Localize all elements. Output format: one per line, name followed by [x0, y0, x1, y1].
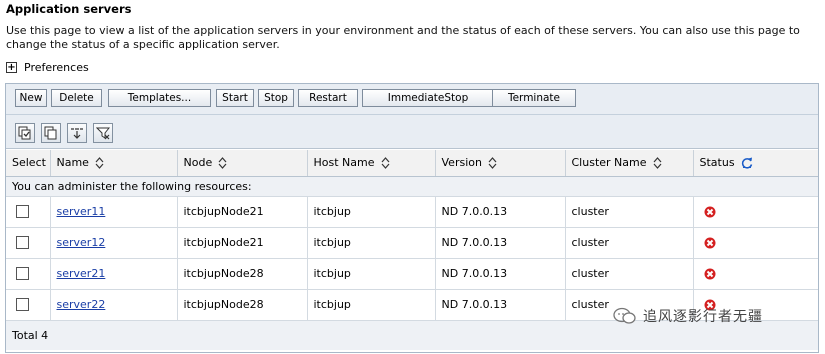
row-checkbox[interactable]	[16, 267, 29, 281]
host-cell: itcbjup	[307, 289, 436, 321]
start-button[interactable]: Start	[216, 89, 254, 107]
page-title: Application servers	[6, 2, 132, 16]
cluster-cell: cluster	[565, 258, 694, 290]
node-cell: itcbjupNode21	[177, 196, 308, 228]
terminate-button[interactable]: Terminate	[492, 89, 576, 107]
server-link[interactable]: server22	[57, 298, 106, 311]
sort-icon[interactable]	[218, 157, 227, 170]
row-checkbox-cell	[6, 289, 51, 321]
deselect-all-icon	[44, 126, 57, 140]
version-cell: ND 7.0.0.13	[435, 289, 566, 321]
select-all-button[interactable]	[15, 123, 35, 143]
name-cell: server11	[50, 196, 178, 228]
header-node-label: Node	[183, 156, 213, 170]
header-node[interactable]: Node	[177, 150, 308, 177]
stopped-status-icon	[704, 268, 715, 280]
sort-icon[interactable]	[488, 157, 497, 170]
restart-button[interactable]: Restart	[298, 89, 358, 107]
immediate-stop-button[interactable]: ImmediateStop	[362, 89, 494, 107]
preferences-toggle[interactable]: + Preferences	[6, 61, 89, 74]
table-header-row: Select Name Node Host Name Version Clust…	[6, 150, 818, 177]
server-link[interactable]: server11	[57, 205, 106, 218]
header-status-label: Status	[699, 156, 735, 170]
header-version-label: Version	[441, 156, 482, 170]
row-checkbox-cell	[6, 227, 51, 259]
table-row: server11 itcbjupNode21 itcbjup ND 7.0.0.…	[6, 196, 818, 228]
watermark-text: 追风逐影行者无疆	[643, 309, 763, 325]
deselect-all-button[interactable]	[41, 123, 61, 143]
refresh-icon[interactable]	[741, 157, 753, 169]
cluster-cell: cluster	[565, 227, 694, 259]
node-cell: itcbjupNode28	[177, 289, 308, 321]
expand-icon: +	[6, 62, 17, 73]
name-cell: server22	[50, 289, 178, 321]
icon-toolbar	[6, 115, 818, 149]
stopped-status-icon	[704, 237, 715, 249]
watermark: 追风逐影行者无疆	[613, 306, 763, 326]
table-message-row: You can administer the following resourc…	[6, 176, 818, 197]
status-cell	[693, 196, 818, 228]
version-cell: ND 7.0.0.13	[435, 196, 566, 228]
clear-filter-button[interactable]	[93, 123, 113, 143]
name-cell: server21	[50, 258, 178, 290]
stopped-status-icon	[704, 206, 715, 218]
templates-button[interactable]: Templates...	[108, 89, 211, 107]
header-host-label: Host Name	[313, 156, 375, 170]
show-filter-button[interactable]	[67, 123, 87, 143]
host-cell: itcbjup	[307, 196, 436, 228]
host-cell: itcbjup	[307, 258, 436, 290]
row-checkbox-cell	[6, 258, 51, 290]
server-link[interactable]: server21	[57, 267, 106, 280]
host-cell: itcbjup	[307, 227, 436, 259]
header-name-label: Name	[56, 156, 89, 170]
header-cluster-name[interactable]: Cluster Name	[565, 150, 694, 177]
table-row: server12 itcbjupNode21 itcbjup ND 7.0.0.…	[6, 227, 818, 259]
status-cell	[693, 258, 818, 290]
stop-button[interactable]: Stop	[258, 89, 294, 107]
version-cell: ND 7.0.0.13	[435, 227, 566, 259]
header-version[interactable]: Version	[435, 150, 566, 177]
row-checkbox[interactable]	[16, 205, 29, 219]
chat-bubble-icon	[613, 307, 636, 324]
header-name[interactable]: Name	[50, 150, 178, 177]
new-button[interactable]: New	[15, 89, 47, 107]
header-select: Select	[6, 150, 51, 177]
header-cluster-label: Cluster Name	[571, 156, 647, 170]
version-cell: ND 7.0.0.13	[435, 258, 566, 290]
table-row: server21 itcbjupNode28 itcbjup ND 7.0.0.…	[6, 258, 818, 290]
preferences-label: Preferences	[24, 61, 89, 74]
sort-icon[interactable]	[653, 157, 662, 170]
status-cell	[693, 227, 818, 259]
sort-icon[interactable]	[95, 157, 104, 170]
button-toolbar: New Delete Templates... Start Stop Resta…	[6, 84, 818, 115]
cluster-cell: cluster	[565, 196, 694, 228]
filter-clear-icon	[96, 127, 110, 140]
node-cell: itcbjupNode28	[177, 258, 308, 290]
name-cell: server12	[50, 227, 178, 259]
sort-icon[interactable]	[381, 157, 390, 170]
row-checkbox-cell	[6, 196, 51, 228]
select-all-icon	[18, 126, 31, 140]
table-message: You can administer the following resourc…	[6, 176, 818, 197]
page-description: Use this page to view a list of the appl…	[6, 24, 800, 51]
delete-button[interactable]: Delete	[51, 89, 102, 107]
row-checkbox[interactable]	[16, 236, 29, 250]
node-cell: itcbjupNode21	[177, 227, 308, 259]
filter-show-icon	[71, 128, 83, 139]
header-status[interactable]: Status	[693, 150, 818, 177]
header-host-name[interactable]: Host Name	[307, 150, 436, 177]
server-link[interactable]: server12	[57, 236, 106, 249]
row-checkbox[interactable]	[16, 298, 29, 312]
